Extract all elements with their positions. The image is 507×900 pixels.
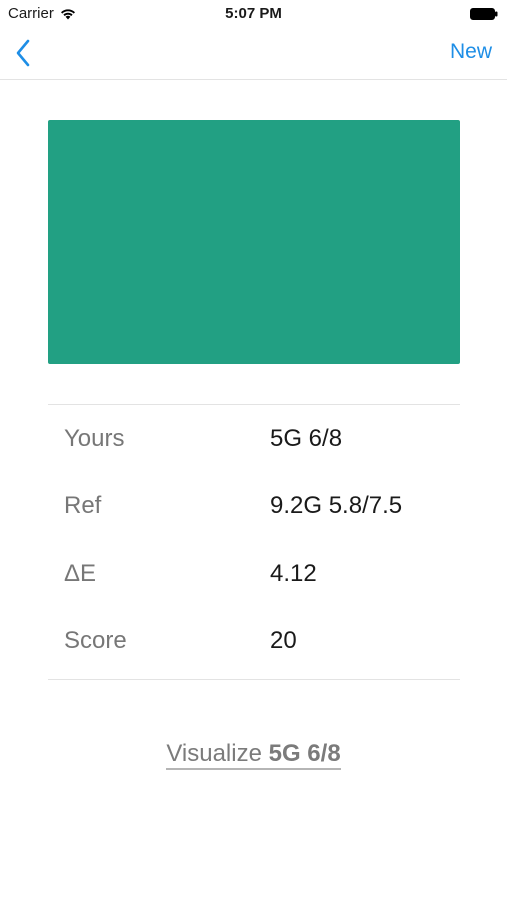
results-table: Yours 5G 6/8 Ref 9.2G 5.8/7.5 ΔE 4.12 Sc… (48, 404, 460, 680)
color-swatch (48, 120, 460, 364)
visualize-link-text[interactable]: Visualize 5G 6/8 (166, 740, 341, 770)
result-label: ΔE (64, 560, 97, 587)
result-value: 20 (270, 627, 297, 654)
result-row-ref: Ref 9.2G 5.8/7.5 (48, 492, 460, 532)
status-time: 5:07 PM (225, 5, 282, 22)
visualize-link[interactable]: Visualize 5G 6/8 (0, 740, 507, 770)
result-label: Score (64, 627, 127, 654)
result-label: Yours (64, 425, 125, 452)
new-button[interactable]: New (450, 40, 492, 64)
result-row-delta-e: ΔE 4.12 (48, 560, 460, 600)
chevron-left-icon (16, 39, 30, 67)
navigation-bar: New (0, 28, 507, 80)
status-bar: Carrier 5:07 PM (0, 0, 507, 28)
result-row-score: Score 20 (48, 627, 460, 667)
visualize-prefix: Visualize (166, 740, 262, 767)
back-button[interactable] (8, 38, 38, 68)
result-row-yours: Yours 5G 6/8 (48, 425, 460, 465)
result-value: 4.12 (270, 560, 317, 587)
visualize-code: 5G 6/8 (268, 740, 341, 767)
battery-icon (470, 8, 498, 20)
result-label: Ref (64, 492, 102, 519)
result-value: 9.2G 5.8/7.5 (270, 492, 403, 519)
result-value: 5G 6/8 (270, 425, 343, 452)
